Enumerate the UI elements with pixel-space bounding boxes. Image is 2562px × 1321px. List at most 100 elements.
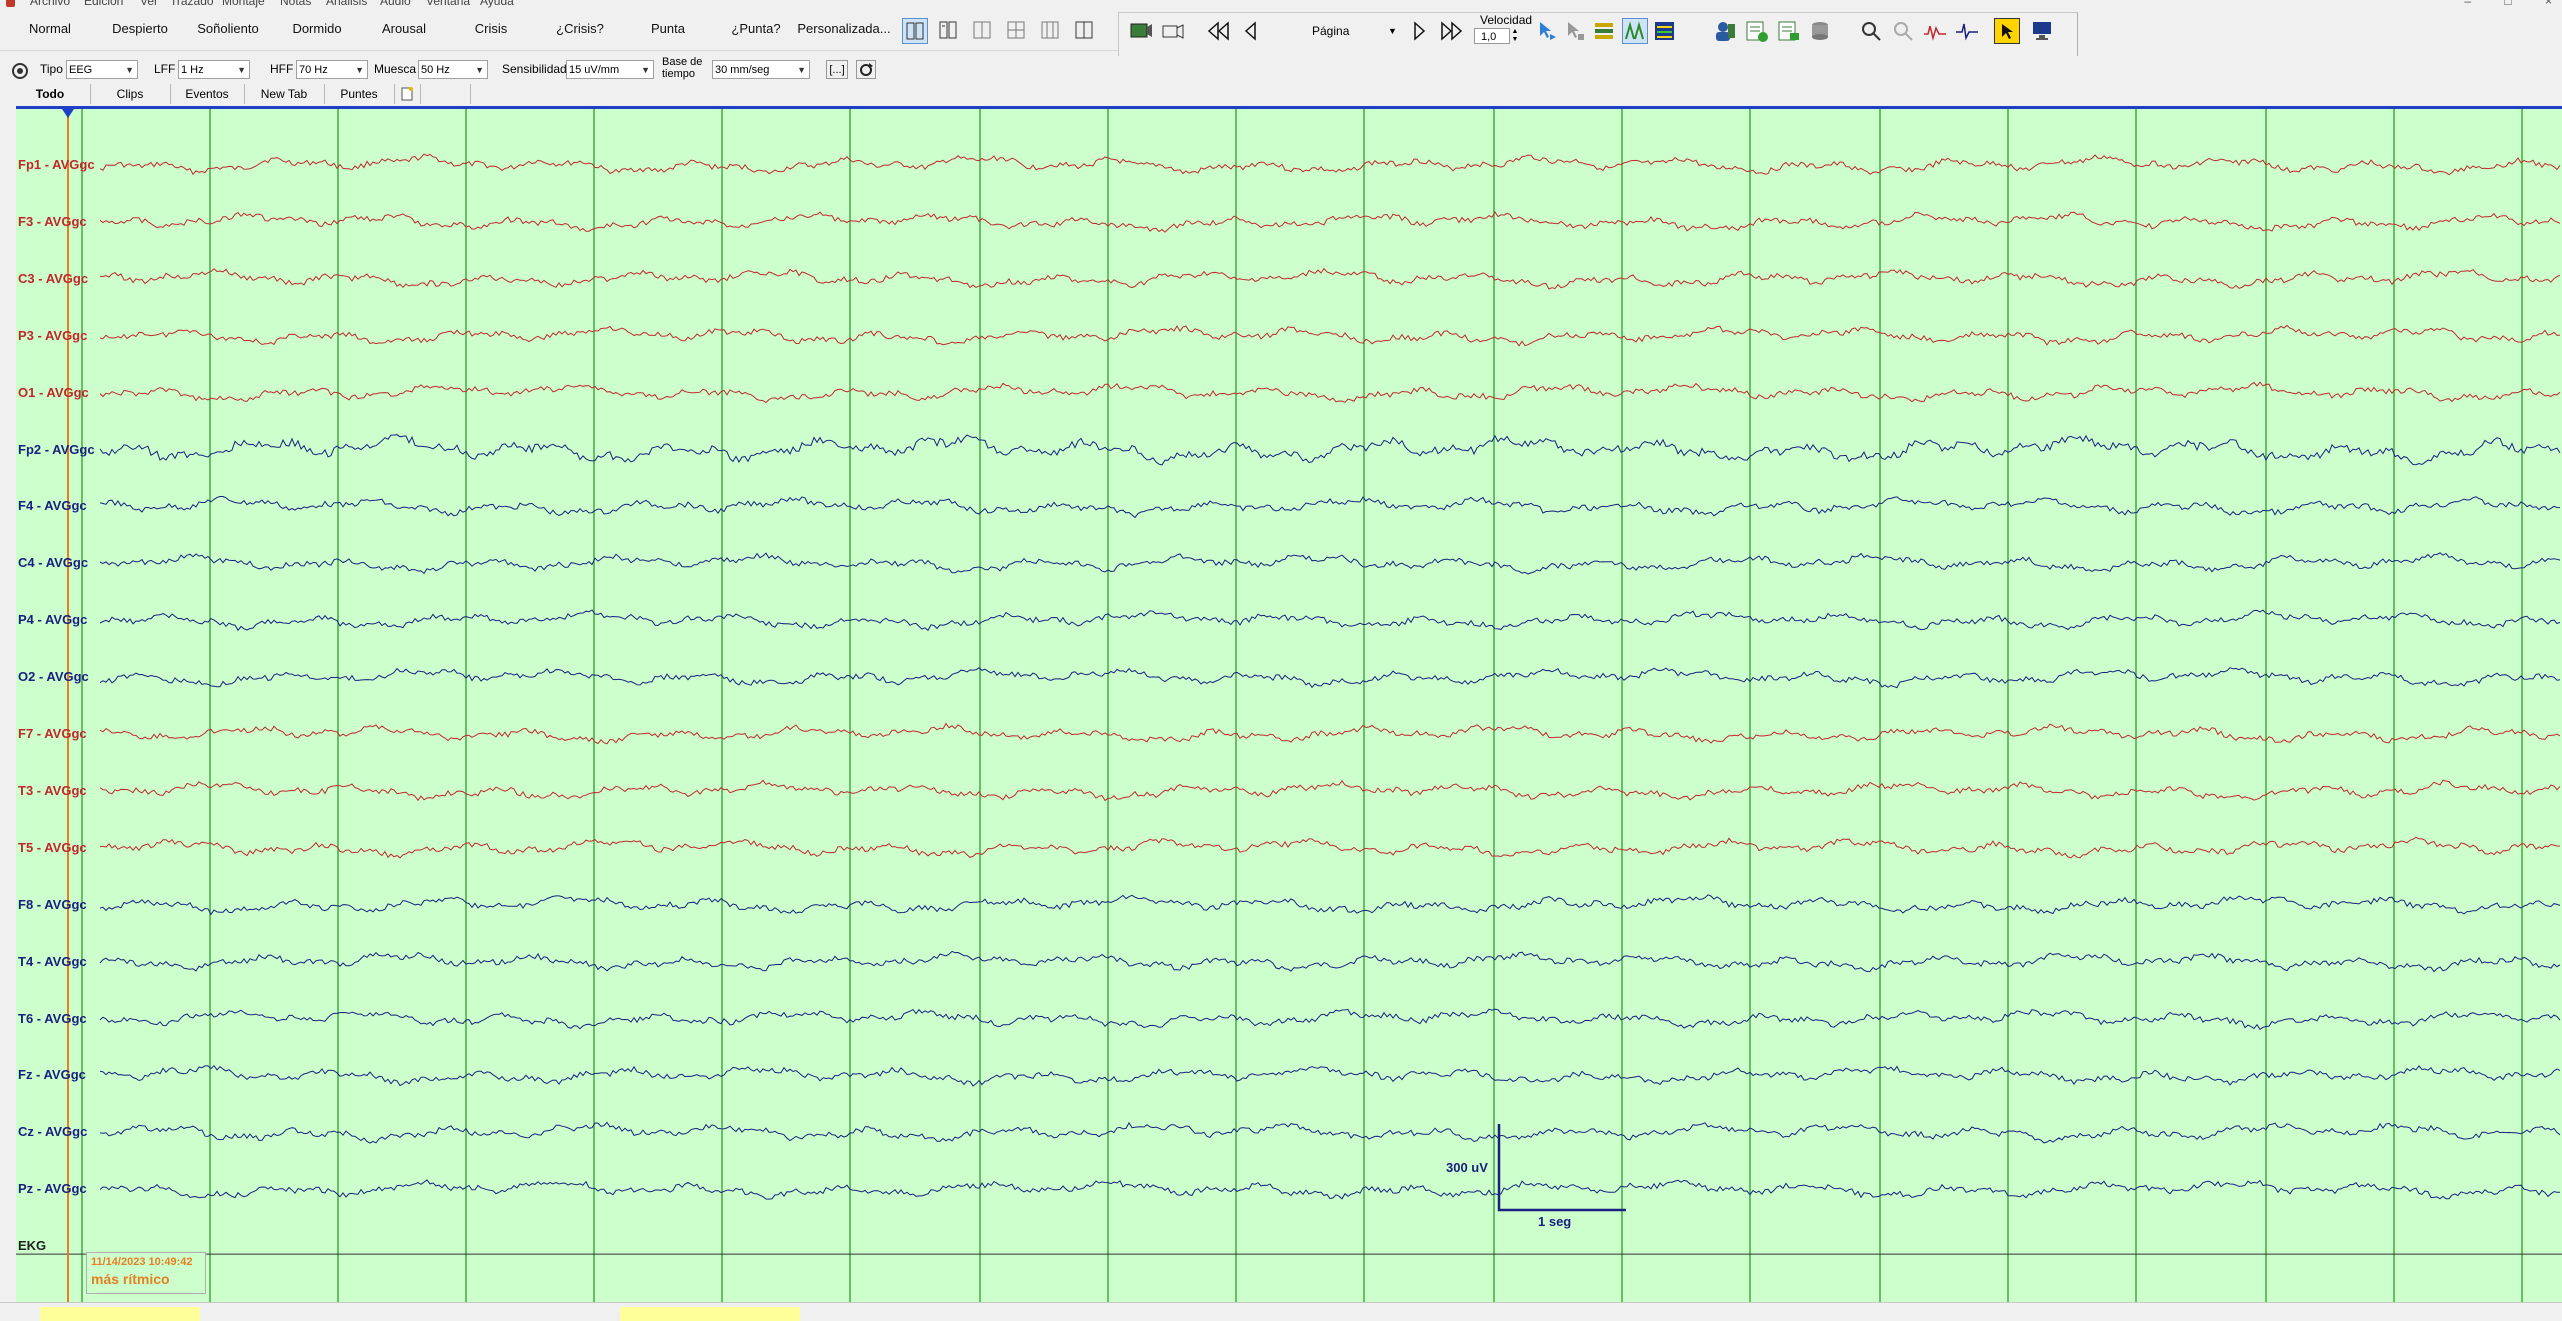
cursor-handle-icon[interactable]: [62, 109, 74, 118]
channel-list-icon[interactable]: [1652, 18, 1678, 44]
hff-select[interactable]: 70 Hz ▼: [296, 60, 368, 79]
layout-4-icon[interactable]: [1004, 18, 1030, 44]
state-punta-question-button[interactable]: ¿Punta?: [710, 12, 802, 52]
speed-input[interactable]: 1,0: [1474, 28, 1510, 44]
state-normal-button[interactable]: Normal: [0, 12, 100, 52]
marker-tool-icon[interactable]: [1994, 18, 2020, 44]
menu-analisis[interactable]: Análisis: [326, 0, 367, 8]
state-personalizada-button[interactable]: Personalizada...: [796, 12, 892, 52]
channel-label[interactable]: P4 - AVGgc: [18, 612, 87, 627]
base-tiempo-select[interactable]: 30 mm/seg ▼: [712, 60, 810, 79]
eeg-trace: [99, 1179, 2560, 1200]
chevron-down-icon: ▼: [1388, 26, 1397, 36]
menu-ayuda[interactable]: Ayuda: [480, 0, 514, 8]
eeg-trace: [99, 381, 2561, 404]
eeg-trace-area[interactable]: [16, 106, 2562, 1302]
patient-icon[interactable]: [1712, 18, 1738, 44]
state-crisis-question-button[interactable]: ¿Crisis?: [534, 12, 626, 52]
base-tiempo-label-1: Base de: [662, 56, 703, 68]
waveform-spike-icon[interactable]: [1954, 18, 1980, 44]
menu-montaje[interactable]: Montaje: [222, 0, 265, 8]
eeg-traces: [16, 109, 2562, 1302]
menu-archivo[interactable]: Archivo: [30, 0, 70, 8]
close-icon[interactable]: ×: [2545, 0, 2552, 8]
muesca-value: 50 Hz: [421, 64, 450, 76]
menu-ver[interactable]: Ver: [140, 0, 158, 8]
tab-puntes[interactable]: Puntes: [324, 84, 395, 104]
maximize-icon[interactable]: □: [2504, 0, 2511, 8]
video-record-icon[interactable]: [1128, 18, 1154, 44]
channel-label[interactable]: T3 - AVGgc: [18, 783, 87, 798]
window-controls[interactable]: – □ ×: [2434, 0, 2552, 8]
state-dormido-button[interactable]: Dormido: [272, 12, 362, 52]
channel-label[interactable]: Cz - AVGgc: [18, 1124, 87, 1139]
tab-todo[interactable]: Todo: [10, 84, 91, 104]
menu-trazado[interactable]: Trazado: [170, 0, 214, 8]
rewind-icon[interactable]: [1206, 18, 1232, 44]
channel-label[interactable]: O1 - AVGgc: [18, 385, 89, 400]
tab-eventos[interactable]: Eventos: [170, 84, 245, 104]
state-punta-button[interactable]: Punta: [624, 12, 712, 52]
tab-clips[interactable]: Clips: [90, 84, 171, 104]
zoom-out-icon[interactable]: [1890, 18, 1916, 44]
channel-label[interactable]: F8 - AVGgc: [18, 897, 87, 912]
camera-icon[interactable]: [1160, 18, 1186, 44]
new-tab-icon[interactable]: [394, 84, 421, 104]
cursor-stop-icon[interactable]: [1562, 18, 1588, 44]
channel-label[interactable]: F7 - AVGgc: [18, 726, 87, 741]
monitor-icon[interactable]: [2030, 18, 2056, 44]
database-icon[interactable]: [1808, 18, 1834, 44]
zoom-icon[interactable]: [1858, 18, 1884, 44]
waveform-red-icon[interactable]: [1922, 18, 1948, 44]
event-marker[interactable]: 11/14/2023 10:49:42 más rítmico: [86, 1252, 206, 1294]
channel-label[interactable]: T6 - AVGgc: [18, 1011, 87, 1026]
channel-label[interactable]: F3 - AVGgc: [18, 214, 87, 229]
state-despierto-button[interactable]: Despierto: [92, 12, 188, 52]
report-list-icon[interactable]: [1776, 18, 1802, 44]
channel-label[interactable]: Fp2 - AVGgc: [18, 442, 95, 457]
fast-forward-icon[interactable]: [1438, 18, 1464, 44]
layout-3-icon[interactable]: [970, 18, 996, 44]
menu-edicion[interactable]: Edición: [84, 0, 123, 8]
layout-2-icon[interactable]: [936, 18, 962, 44]
channel-label[interactable]: T4 - AVGgc: [18, 954, 87, 969]
channel-label[interactable]: Fz - AVGgc: [18, 1067, 86, 1082]
speed-spinner[interactable]: ▲ ▼: [1510, 28, 1520, 44]
sensibilidad-select[interactable]: 15 uV/mm ▼: [566, 60, 654, 79]
tipo-select[interactable]: EEG ▼: [66, 60, 138, 79]
sensibilidad-label: Sensibilidad: [502, 62, 567, 76]
channel-label[interactable]: T5 - AVGgc: [18, 840, 87, 855]
cursor-play-icon[interactable]: [1534, 18, 1560, 44]
lff-select[interactable]: 1 Hz ▼: [178, 60, 250, 79]
refresh-icon[interactable]: [856, 60, 876, 79]
channel-label[interactable]: C3 - AVGgc: [18, 271, 88, 286]
settings-icon[interactable]: [10, 61, 30, 81]
channel-label[interactable]: Pz - AVGgc: [18, 1181, 87, 1196]
report-add-icon[interactable]: [1744, 18, 1770, 44]
layout-6-icon[interactable]: [1072, 18, 1098, 44]
channel-label[interactable]: P3 - AVGgc: [18, 328, 87, 343]
eeg-trace: [99, 496, 2561, 519]
state-sonoliento-button[interactable]: Soñoliento: [182, 12, 274, 52]
layout-1-icon[interactable]: [902, 18, 928, 44]
channel-label[interactable]: Fp1 - AVGgc: [18, 157, 95, 172]
minimize-icon[interactable]: –: [2464, 0, 2471, 8]
bracket-button[interactable]: [...]: [826, 60, 848, 79]
state-crisis-button[interactable]: Crisis: [446, 12, 536, 52]
traces-view-icon[interactable]: [1622, 18, 1648, 44]
layout-5-icon[interactable]: [1038, 18, 1064, 44]
muesca-select[interactable]: 50 Hz ▼: [418, 60, 488, 79]
channel-label[interactable]: EKG: [18, 1238, 46, 1253]
menu-audio[interactable]: Audio: [380, 0, 411, 8]
channel-label[interactable]: F4 - AVGgc: [18, 498, 87, 513]
tab-empty[interactable]: [420, 84, 471, 104]
page-selector[interactable]: Página ▼: [1250, 18, 1400, 44]
tab-new-tab[interactable]: New Tab: [244, 84, 325, 104]
step-forward-icon[interactable]: [1406, 18, 1432, 44]
channel-label[interactable]: O2 - AVGgc: [18, 669, 89, 684]
menu-ventana[interactable]: Ventana: [426, 0, 470, 8]
state-arousal-button[interactable]: Arousal: [360, 12, 448, 52]
menu-notas[interactable]: Notas: [280, 0, 311, 8]
montage-edit-icon[interactable]: [1592, 18, 1618, 44]
channel-label[interactable]: C4 - AVGgc: [18, 555, 88, 570]
